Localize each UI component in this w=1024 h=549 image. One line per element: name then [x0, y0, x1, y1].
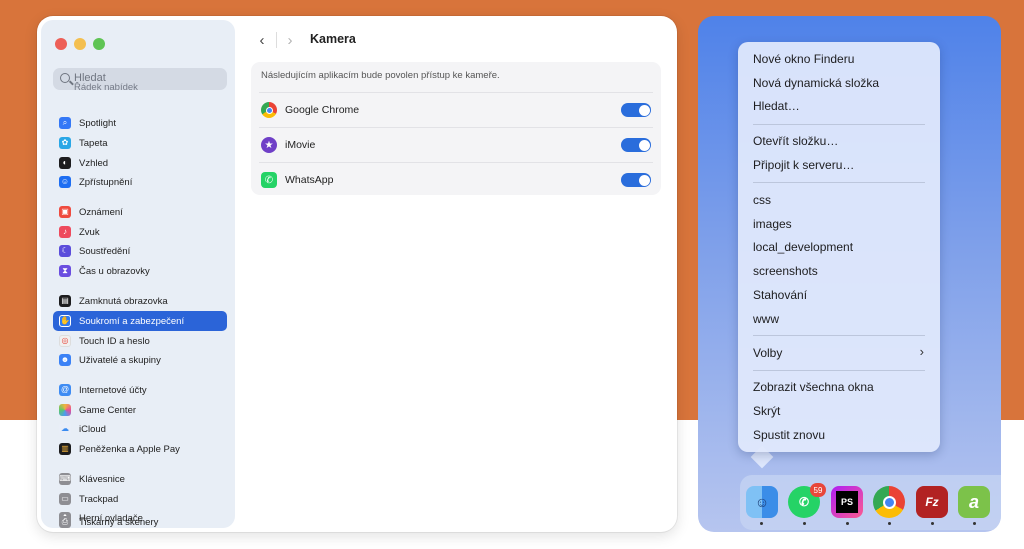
focus-icon: ☾ [59, 245, 71, 257]
whatsapp-icon: ✆ [261, 172, 277, 188]
sidebar-item-users-groups[interactable]: ☻ Uživatelé a skupiny [53, 350, 227, 370]
sidebar-item-icloud[interactable]: ☁ iCloud [53, 419, 227, 439]
imovie-icon: ★ [261, 137, 277, 153]
running-indicator [846, 522, 849, 525]
running-indicator [931, 522, 934, 525]
app-row-chrome: Google Chrome [259, 92, 653, 126]
imovie-camera-toggle[interactable] [621, 138, 651, 152]
appearance-icon: ◐ [59, 157, 71, 169]
filezilla-icon[interactable]: Fz [916, 486, 948, 518]
touch-id-icon: ◎ [59, 335, 71, 347]
trackpad-icon: ▭ [59, 493, 71, 505]
menu-item-folder-www[interactable]: www [753, 312, 779, 326]
accessibility-icon: ☺ [59, 176, 71, 188]
lock-screen-icon: ▤ [59, 295, 71, 307]
phpstorm-icon[interactable]: PS [831, 486, 863, 518]
sidebar-item-sound[interactable]: ♪ Zvuk [53, 222, 227, 242]
menu-item-folder-local-development[interactable]: local_development [753, 240, 853, 254]
sidebar-item-game-center[interactable]: Game Center [53, 400, 227, 420]
sidebar-item-internet-accounts[interactable]: @ Internetové účty [53, 380, 227, 400]
desktop-area: Nové okno Finderu Nová dynamická složka … [698, 16, 1001, 532]
sidebar-item-trackpad[interactable]: ▭ Trackpad [53, 489, 227, 509]
android-studio-icon[interactable]: a [958, 486, 990, 518]
sidebar-item-menu-bar-ghost: Řádek nabídek [74, 82, 138, 93]
sidebar-item-lock-screen[interactable]: ▤ Zamknutá obrazovka [53, 291, 227, 311]
chrome-icon [261, 102, 277, 118]
menu-item-options[interactable]: Volby [753, 346, 782, 360]
menu-item-folder-images[interactable]: images [753, 217, 792, 231]
printer-icon: ⎙ [59, 516, 71, 528]
sidebar-item-accessibility[interactable]: ☺ Zpřístupnění [53, 172, 227, 192]
running-indicator [888, 522, 891, 525]
sidebar-item-keyboard[interactable]: ⌨ Klávesnice [53, 469, 227, 489]
sidebar-item-touch-id[interactable]: ◎ Touch ID a heslo [53, 331, 227, 351]
game-center-icon [59, 404, 71, 416]
sidebar-item-spotlight[interactable]: ⌕ Spotlight [53, 113, 227, 133]
menu-item-new-finder-window[interactable]: Nové okno Finderu [753, 52, 854, 66]
menu-item-connect-to-server[interactable]: Připojit k serveru… [753, 158, 854, 172]
forward-button[interactable]: › [279, 29, 301, 51]
sound-icon: ♪ [59, 226, 71, 238]
running-indicator [760, 522, 763, 525]
menu-divider [753, 370, 925, 371]
sidebar-item-focus[interactable]: ☾ Soustředění [53, 241, 227, 261]
menu-item-open-folder[interactable]: Otevřít složku… [753, 134, 838, 148]
zoom-window-button[interactable] [93, 38, 105, 50]
notifications-icon: ▣ [59, 206, 71, 218]
wallpaper-icon: ✿ [59, 137, 71, 149]
running-indicator [973, 522, 976, 525]
menu-divider [753, 124, 925, 125]
menu-item-find[interactable]: Hledat… [753, 99, 800, 113]
page-title: Kamera [310, 32, 356, 46]
menu-item-show-all-windows[interactable]: Zobrazit všechna okna [753, 380, 874, 394]
camera-access-panel: Následujícím aplikacím bude povolen přís… [251, 62, 661, 195]
sidebar-item-screen-time[interactable]: ⧗ Čas u obrazovky [53, 261, 227, 281]
nav-divider [276, 32, 277, 48]
sidebar-item-printers[interactable]: ⎙ Tiskárny a skenery [53, 512, 227, 532]
chevron-right-icon: › [919, 344, 924, 359]
users-icon: ☻ [59, 354, 71, 366]
privacy-hand-icon: ✋ [59, 315, 71, 327]
sidebar-item-appearance[interactable]: ◐ Vzhled [53, 153, 227, 173]
sidebar-item-privacy-security[interactable]: ✋ Soukromí a zabezpečení [53, 311, 227, 331]
icloud-icon: ☁ [59, 423, 71, 435]
search-icon [60, 73, 70, 83]
menu-divider [753, 182, 925, 183]
close-window-button[interactable] [55, 38, 67, 50]
dock: ☺ ✆ 59 PS Fz a [740, 475, 1001, 530]
minimize-window-button[interactable] [74, 38, 86, 50]
app-row-whatsapp: ✆ WhatsApp [259, 162, 653, 196]
sidebar-item-wallpaper[interactable]: ✿ Tapeta [53, 133, 227, 153]
menu-item-folder-screenshots[interactable]: screenshots [753, 264, 818, 278]
finder-icon[interactable]: ☺ [746, 486, 778, 518]
menu-item-relaunch[interactable]: Spustit znovu [753, 428, 825, 442]
system-settings-window: Hledat Řádek nabídek ⌕ Spotlight ✿ Tapet… [37, 16, 677, 532]
chrome-camera-toggle[interactable] [621, 103, 651, 117]
running-indicator [803, 522, 806, 525]
spotlight-icon: ⌕ [59, 117, 71, 129]
screen-time-icon: ⧗ [59, 265, 71, 277]
keyboard-icon: ⌨ [59, 473, 71, 485]
menu-item-new-smart-folder[interactable]: Nová dynamická složka [753, 76, 879, 90]
menu-divider [753, 335, 925, 336]
finder-dock-context-menu: Nové okno Finderu Nová dynamická složka … [738, 42, 940, 452]
whatsapp-camera-toggle[interactable] [621, 173, 651, 187]
sidebar-item-wallet[interactable]: ▥ Peněženka a Apple Pay [53, 439, 227, 459]
sidebar: Hledat Řádek nabídek ⌕ Spotlight ✿ Tapet… [41, 20, 235, 528]
menu-item-folder-css[interactable]: css [753, 193, 771, 207]
app-row-imovie: ★ iMovie [259, 127, 653, 161]
menu-item-hide[interactable]: Skrýt [753, 404, 780, 418]
menu-item-folder-downloads[interactable]: Stahování [753, 288, 807, 302]
sidebar-item-notifications[interactable]: ▣ Oznámení [53, 202, 227, 222]
back-button[interactable]: ‹ [251, 29, 273, 51]
whatsapp-badge: 59 [810, 483, 826, 497]
camera-access-description: Následujícím aplikacím bude povolen přís… [261, 70, 500, 81]
internet-accounts-icon: @ [59, 384, 71, 396]
wallet-icon: ▥ [59, 443, 71, 455]
settings-content: ‹ › Kamera Následujícím aplikacím bude p… [241, 16, 677, 532]
chrome-icon[interactable] [873, 486, 905, 518]
